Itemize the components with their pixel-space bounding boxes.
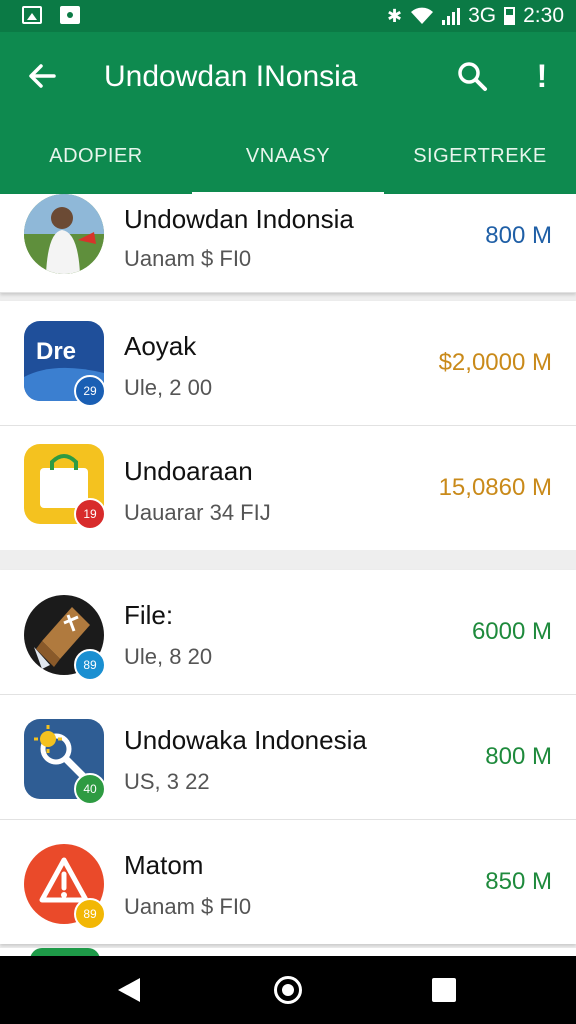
app-name: Undoaraan xyxy=(124,456,253,486)
app-subtitle: Uanam $ FI0 xyxy=(124,894,252,919)
search-button[interactable] xyxy=(454,58,490,94)
status-left-icons xyxy=(22,6,80,24)
app-badge: 40 xyxy=(74,773,106,805)
app-size: 850 M xyxy=(485,868,552,895)
svg-text:Dre: Dre xyxy=(36,338,76,365)
app-subtitle: Ule, 8 20 xyxy=(124,644,213,669)
navigation-bar xyxy=(0,956,576,1024)
app-subtitle: Ule, 2 00 xyxy=(124,375,213,400)
app-size: $2,0000 M xyxy=(438,349,552,376)
list-card: Dre 29 Aoyak Ule, 2 00 $2,0000 M 19 Undo… xyxy=(0,301,576,550)
app-name: Undowdan Indonsia xyxy=(124,204,354,234)
notification-icon xyxy=(60,6,80,24)
arrow-back-icon xyxy=(29,64,56,88)
status-bar: ✱ 3G 2:30 xyxy=(0,0,576,32)
more-button[interactable]: ! xyxy=(530,58,554,94)
status-right-icons: ✱ 3G 2:30 xyxy=(387,4,564,28)
app-size: 15,0860 M xyxy=(438,474,552,501)
network-type: 3G xyxy=(468,4,497,27)
app-icon-wrap: Dre 29 xyxy=(24,321,106,407)
list-item[interactable]: Dre 29 Aoyak Ule, 2 00 $2,0000 M xyxy=(0,301,576,426)
app-size: 800 M xyxy=(485,222,552,249)
nav-recent-icon[interactable] xyxy=(432,978,456,1002)
tab-label: VNAASY xyxy=(245,145,331,167)
app-subtitle: Uanam $ FI0 xyxy=(124,246,252,271)
app-subtitle: Uauarar 34 FIJ xyxy=(124,500,271,525)
list-item[interactable]: 89 Matom Uanam $ FI0 850 M xyxy=(0,820,576,944)
app-badge: 19 xyxy=(74,498,106,530)
app-name: Aoyak xyxy=(124,331,197,361)
app-icon-wrap xyxy=(24,194,104,274)
image-icon xyxy=(22,6,42,24)
page-title: Undowdan INonsia xyxy=(104,60,358,93)
list-item[interactable]: 19 Undoaraan Uauarar 34 FIJ 15,0860 M xyxy=(0,426,576,550)
tab-label: SIGERTREKE xyxy=(413,145,547,167)
app-icon-wrap: 19 xyxy=(24,444,106,530)
section-gap xyxy=(0,550,576,570)
tab-sigertreke[interactable]: SIGERTREKE xyxy=(384,132,576,194)
app-icon-wrap: 40 xyxy=(24,719,106,805)
tab-adopier[interactable]: ADOPIER xyxy=(0,132,192,194)
app-list: Undowdan Indonsia Uanam $ FI0 800 M Dre … xyxy=(0,194,576,944)
battery-icon xyxy=(504,7,516,25)
app-bar: Undowdan INonsia ! ADOPIER VNAASY SIGERT… xyxy=(0,32,576,196)
tab-bar: ADOPIER VNAASY SIGERTREKE xyxy=(0,132,576,196)
app-icon-wrap: 89 xyxy=(24,595,106,681)
tab-label: ADOPIER xyxy=(49,145,143,167)
signal-icon xyxy=(442,7,461,25)
app-size: 800 M xyxy=(485,743,552,770)
app-name: Undowaka Indonesia xyxy=(124,725,367,755)
list-item[interactable]: 89 File: Ule, 8 20 6000 M xyxy=(0,570,576,695)
list-card: 89 File: Ule, 8 20 6000 M 40 Undowaka In xyxy=(0,570,576,944)
search-icon xyxy=(458,62,487,91)
list-item[interactable]: Undowdan Indonsia Uanam $ FI0 800 M xyxy=(0,194,576,293)
person-photo-icon xyxy=(24,194,104,274)
app-name: File: xyxy=(124,600,174,630)
app-badge: 89 xyxy=(74,649,106,681)
list-item[interactable]: 40 Undowaka Indonesia US, 3 22 800 M xyxy=(0,695,576,820)
nav-home-icon[interactable] xyxy=(274,976,302,1004)
back-button[interactable] xyxy=(24,58,60,94)
status-time: 2:30 xyxy=(523,4,564,27)
wifi-icon xyxy=(411,7,434,24)
app-icon-wrap: 89 xyxy=(24,844,106,930)
list-card: Undowdan Indonsia Uanam $ FI0 800 M xyxy=(0,194,576,293)
app-subtitle: US, 3 22 xyxy=(124,769,210,794)
app-badge: 89 xyxy=(74,898,106,930)
more-icon: ! xyxy=(536,58,548,94)
app-badge: 29 xyxy=(74,375,106,407)
app-size: 6000 M xyxy=(471,618,552,645)
bluetooth-icon: ✱ xyxy=(387,5,403,26)
app-name: Matom xyxy=(124,850,204,880)
nav-back-icon[interactable] xyxy=(118,978,140,1002)
tab-vnaasy[interactable]: VNAASY xyxy=(192,132,384,196)
